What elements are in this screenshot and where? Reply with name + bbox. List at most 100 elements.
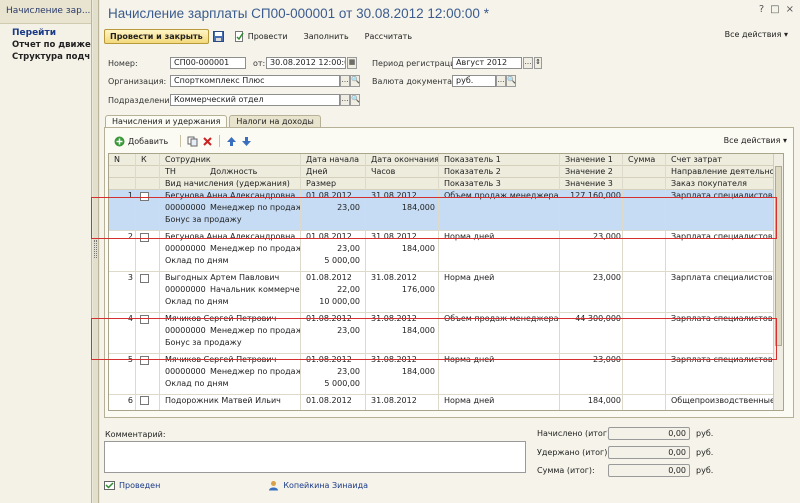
col-hours[interactable]: Часов <box>368 166 398 178</box>
nav-panel-title[interactable]: Начисление зар... <box>0 0 91 24</box>
withheld-currency: руб. <box>696 448 714 457</box>
cell-accrual-type: Оклад по дням <box>165 256 229 265</box>
close-icon[interactable]: × <box>786 4 794 15</box>
col-tn[interactable]: ТН <box>162 166 179 178</box>
all-actions-label: Все действия <box>724 30 782 39</box>
department-open-icon[interactable]: 🔍 <box>350 94 360 106</box>
row-checkbox[interactable] <box>140 396 149 405</box>
col-activity[interactable]: Направление деятельности <box>668 166 783 178</box>
col-size[interactable]: Размер <box>303 178 339 190</box>
splitter-grip-icon[interactable] <box>94 240 97 258</box>
col-indicator-3[interactable]: Показатель 3 <box>441 178 504 190</box>
table-row[interactable]: 5Мячиков Сергей Петрович000000007Менедже… <box>109 354 783 395</box>
row-checkbox[interactable] <box>140 274 149 283</box>
organization-field[interactable]: Спорткомплекс Плюс <box>170 75 340 87</box>
add-icon <box>114 136 125 147</box>
column-divider <box>300 154 301 410</box>
cell-size: 5 000,00 <box>324 256 360 265</box>
col-cost-account[interactable]: Счет затрат <box>668 154 725 166</box>
cell-size: 5 000,00 <box>324 379 360 388</box>
table-all-actions-menu[interactable]: Все действия ▾ <box>724 136 787 145</box>
calculate-button[interactable]: Рассчитать <box>359 29 418 44</box>
withheld-total-field: 0,00 <box>608 446 690 459</box>
organization-open-icon[interactable]: 🔍 <box>350 75 360 87</box>
cell-value-1: 23,000 <box>593 273 621 282</box>
cell-days: 23,00 <box>337 244 360 253</box>
all-actions-menu[interactable]: Все действия ▾ <box>725 30 788 39</box>
currency-label: Валюта документа: <box>372 77 455 86</box>
col-date-start[interactable]: Дата начала <box>303 154 362 166</box>
cell-days: 22,00 <box>337 285 360 294</box>
department-select-icon[interactable]: … <box>340 94 350 106</box>
organization-select-icon[interactable]: … <box>340 75 350 87</box>
col-position[interactable]: Должность <box>207 166 260 178</box>
panel-splitter[interactable] <box>93 0 99 503</box>
col-employee[interactable]: Сотрудник <box>162 154 214 166</box>
navigation-panel: Начисление зар... Перейти Отчет по движе… <box>0 0 92 503</box>
help-icon[interactable]: ? <box>759 4 764 15</box>
col-days[interactable]: Дней <box>303 166 331 178</box>
col-value-3[interactable]: Значение 3 <box>562 178 616 190</box>
col-n[interactable]: N <box>111 154 123 166</box>
col-k[interactable]: К <box>138 154 150 166</box>
move-up-icon[interactable] <box>226 136 237 147</box>
table-row[interactable]: 3 Выгодных Артем Павлович 000000006 Начальн… <box>109 272 783 313</box>
col-indicator-2[interactable]: Показатель 2 <box>441 166 504 178</box>
date-label: от: <box>253 59 266 68</box>
currency-open-icon[interactable]: 🔍 <box>506 75 516 87</box>
cell-indicator-1: Норма дней <box>444 396 495 405</box>
cell-employee: Выгодных Артем Павлович <box>165 273 280 282</box>
column-divider <box>438 154 439 410</box>
fill-button[interactable]: Заполнить <box>298 29 355 44</box>
add-row-button[interactable]: Добавить <box>108 134 174 149</box>
col-value-2[interactable]: Значение 2 <box>562 166 616 178</box>
window-buttons: ? □ × <box>759 4 794 15</box>
table-row[interactable]: 6 Подорожник Матвей Ильич 01.08.2012 31.… <box>109 395 783 410</box>
comment-input[interactable] <box>104 441 526 473</box>
copy-row-icon[interactable] <box>187 136 198 147</box>
cell-accrual-type: Оклад по дням <box>165 297 229 306</box>
date-field[interactable]: 30.08.2012 12:00:00 <box>266 57 346 69</box>
delete-row-icon[interactable] <box>202 136 213 147</box>
cell-cost-account: Общепроизводственные по п <box>671 396 774 405</box>
table-scrollbar[interactable] <box>773 154 783 410</box>
row-number: 6 <box>127 396 133 405</box>
save-icon[interactable] <box>212 30 224 42</box>
post-button[interactable]: Провести <box>228 29 294 44</box>
col-value-1[interactable]: Значение 1 <box>562 154 616 166</box>
currency-select-icon[interactable]: … <box>496 75 506 87</box>
table-all-actions-label: Все действия <box>723 136 781 145</box>
period-field[interactable]: Август 2012 <box>452 57 522 69</box>
cell-hours: 184,000 <box>401 367 435 376</box>
col-customer-order[interactable]: Заказ покупателя <box>668 178 750 190</box>
number-field[interactable]: СП00-000001 <box>170 57 246 69</box>
responsible-user-link[interactable]: Копейкина Зинаида <box>283 481 368 490</box>
nav-section-goto: Перейти <box>12 28 57 38</box>
document-form: Начисление зарплаты СП00-000001 от 30.08… <box>91 0 800 503</box>
col-sum[interactable]: Сумма <box>625 154 658 166</box>
col-accrual-type[interactable]: Вид начисления (удержания) <box>162 178 293 190</box>
add-row-label: Добавить <box>128 136 169 146</box>
number-label: Номер: <box>108 59 138 68</box>
cell-size: 10 000,00 <box>319 297 360 306</box>
calendar-icon[interactable]: ▦ <box>347 57 357 69</box>
cell-days: 23,00 <box>337 367 360 376</box>
cell-date-end: 31.08.2012 <box>371 273 417 282</box>
col-indicator-1[interactable]: Показатель 1 <box>441 154 504 166</box>
period-select-icon[interactable]: … <box>523 57 533 69</box>
toolbar-separator <box>180 135 182 147</box>
period-spin-icon[interactable]: ⇕ <box>534 57 542 69</box>
column-divider <box>365 154 366 410</box>
maximize-icon[interactable]: □ <box>770 4 779 15</box>
currency-field[interactable]: руб. <box>452 75 496 87</box>
col-date-end[interactable]: Дата окончания <box>368 154 442 166</box>
nav-item-structure[interactable]: Структура подч... <box>0 50 91 62</box>
cell-tn: 000000006 <box>165 285 206 294</box>
post-and-close-button[interactable]: Провести и закрыть <box>104 28 209 44</box>
period-label: Период регистрации: <box>372 59 464 68</box>
accrued-total-label: Начислено (итог): <box>537 429 613 438</box>
nav-item-movement-report[interactable]: Отчет по движе... <box>0 38 91 50</box>
move-down-icon[interactable] <box>241 136 252 147</box>
posted-status-link[interactable]: Проведен <box>119 481 160 490</box>
department-field[interactable]: Коммерческий отдел <box>170 94 340 106</box>
